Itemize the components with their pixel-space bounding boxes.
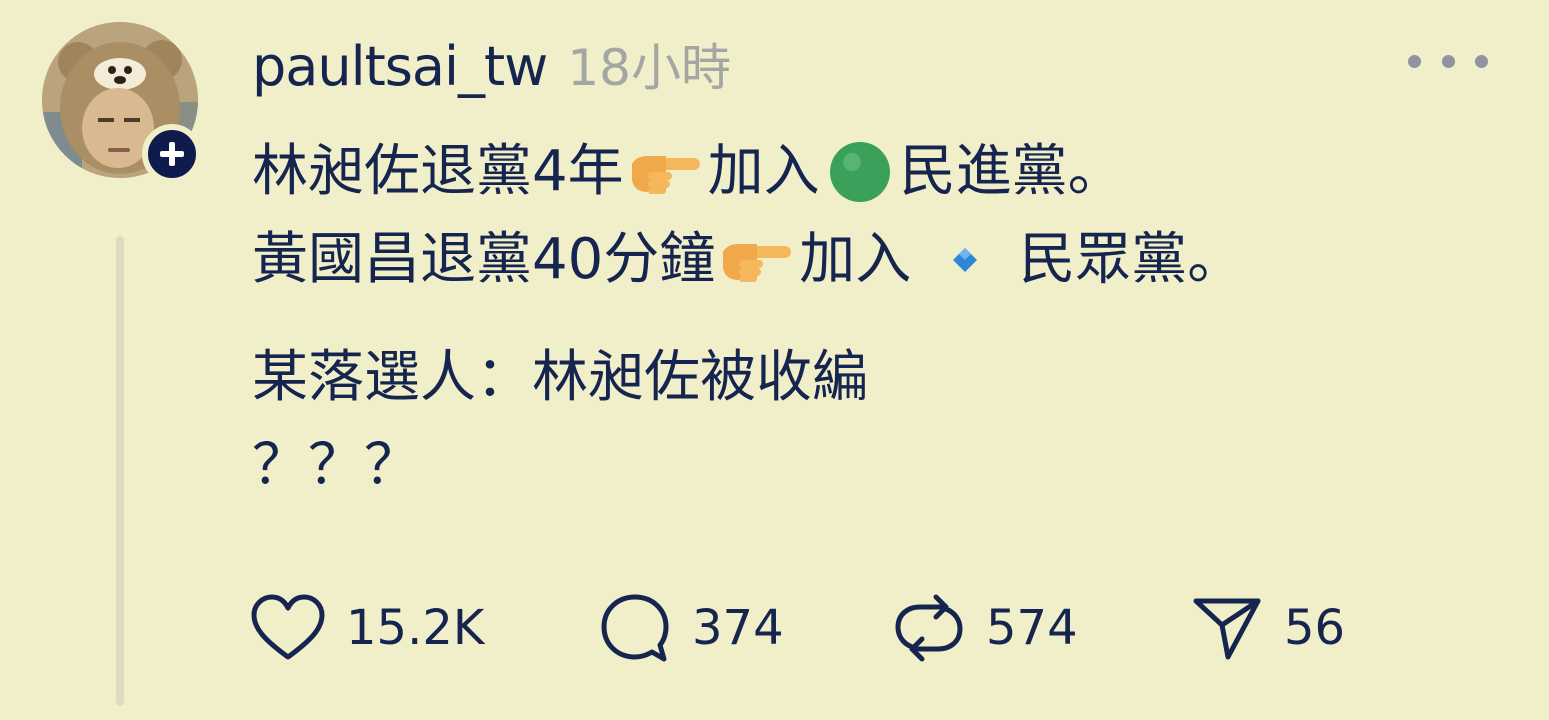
pointing-right-emoji (631, 156, 700, 194)
post-text-segment: 林昶佐退黨4年 (252, 139, 624, 204)
comment-icon (601, 594, 669, 662)
post-line-4: ？？？ (252, 422, 1492, 510)
post-text-segment: 黃國昌退黨40分鐘 (252, 227, 716, 292)
post-line-3: 某落選人：林昶佐被收編 (252, 334, 1492, 422)
like-count: 15.2K (346, 600, 485, 656)
post-text-segment: 民進黨。 (899, 139, 1124, 204)
comment-count: 374 (692, 600, 784, 656)
green-circle-emoji (829, 142, 890, 202)
more-dot-icon (1441, 54, 1455, 68)
plus-icon (160, 142, 184, 166)
post-body: 林昶佐退黨4年 加入 民進黨。 黃國昌退黨40分鐘 加入 民眾黨。 某落選人：林… (252, 128, 1492, 510)
post-text-segment: 某落選人：林昶佐被收編 (252, 345, 868, 410)
like-button[interactable]: 15.2K (250, 590, 484, 666)
action-bar: 15.2K 374 574 56 (250, 590, 1450, 666)
share-count: 56 (1284, 600, 1346, 656)
thread-connector-line (116, 236, 124, 706)
post-text-segment: 民眾黨。 (1019, 227, 1244, 292)
post-line-2: 黃國昌退黨40分鐘 加入 民眾黨。 (252, 216, 1492, 304)
share-button[interactable]: 56 (1190, 590, 1345, 666)
repost-icon (895, 594, 963, 662)
repost-count: 574 (986, 600, 1078, 656)
comment-button[interactable]: 374 (598, 590, 784, 666)
send-icon (1193, 598, 1261, 660)
post-timestamp: 18小時 (567, 39, 731, 97)
post-text-segment: 加入 (799, 227, 912, 292)
more-dot-icon (1475, 54, 1488, 68)
post-text-segment: ？？？ (252, 433, 420, 498)
post-header: paultsai_tw 18小時 (252, 28, 731, 98)
blue-diamond-emoji (953, 248, 978, 272)
more-options-button[interactable] (1408, 44, 1488, 78)
heart-icon (251, 594, 325, 660)
follow-button[interactable] (142, 124, 202, 184)
post-line-1: 林昶佐退黨4年 加入 民進黨。 (252, 128, 1492, 216)
avatar-area[interactable] (42, 22, 202, 184)
post-text-segment: 加入 (707, 139, 820, 204)
pointing-right-emoji (723, 244, 792, 282)
thread-post: paultsai_tw 18小時 林昶佐退黨4年 加入 民進黨。 黃國昌退黨40… (0, 0, 1549, 720)
username-link[interactable]: paultsai_tw (252, 35, 548, 98)
more-dot-icon (1408, 54, 1421, 68)
repost-button[interactable]: 574 (892, 590, 1078, 666)
